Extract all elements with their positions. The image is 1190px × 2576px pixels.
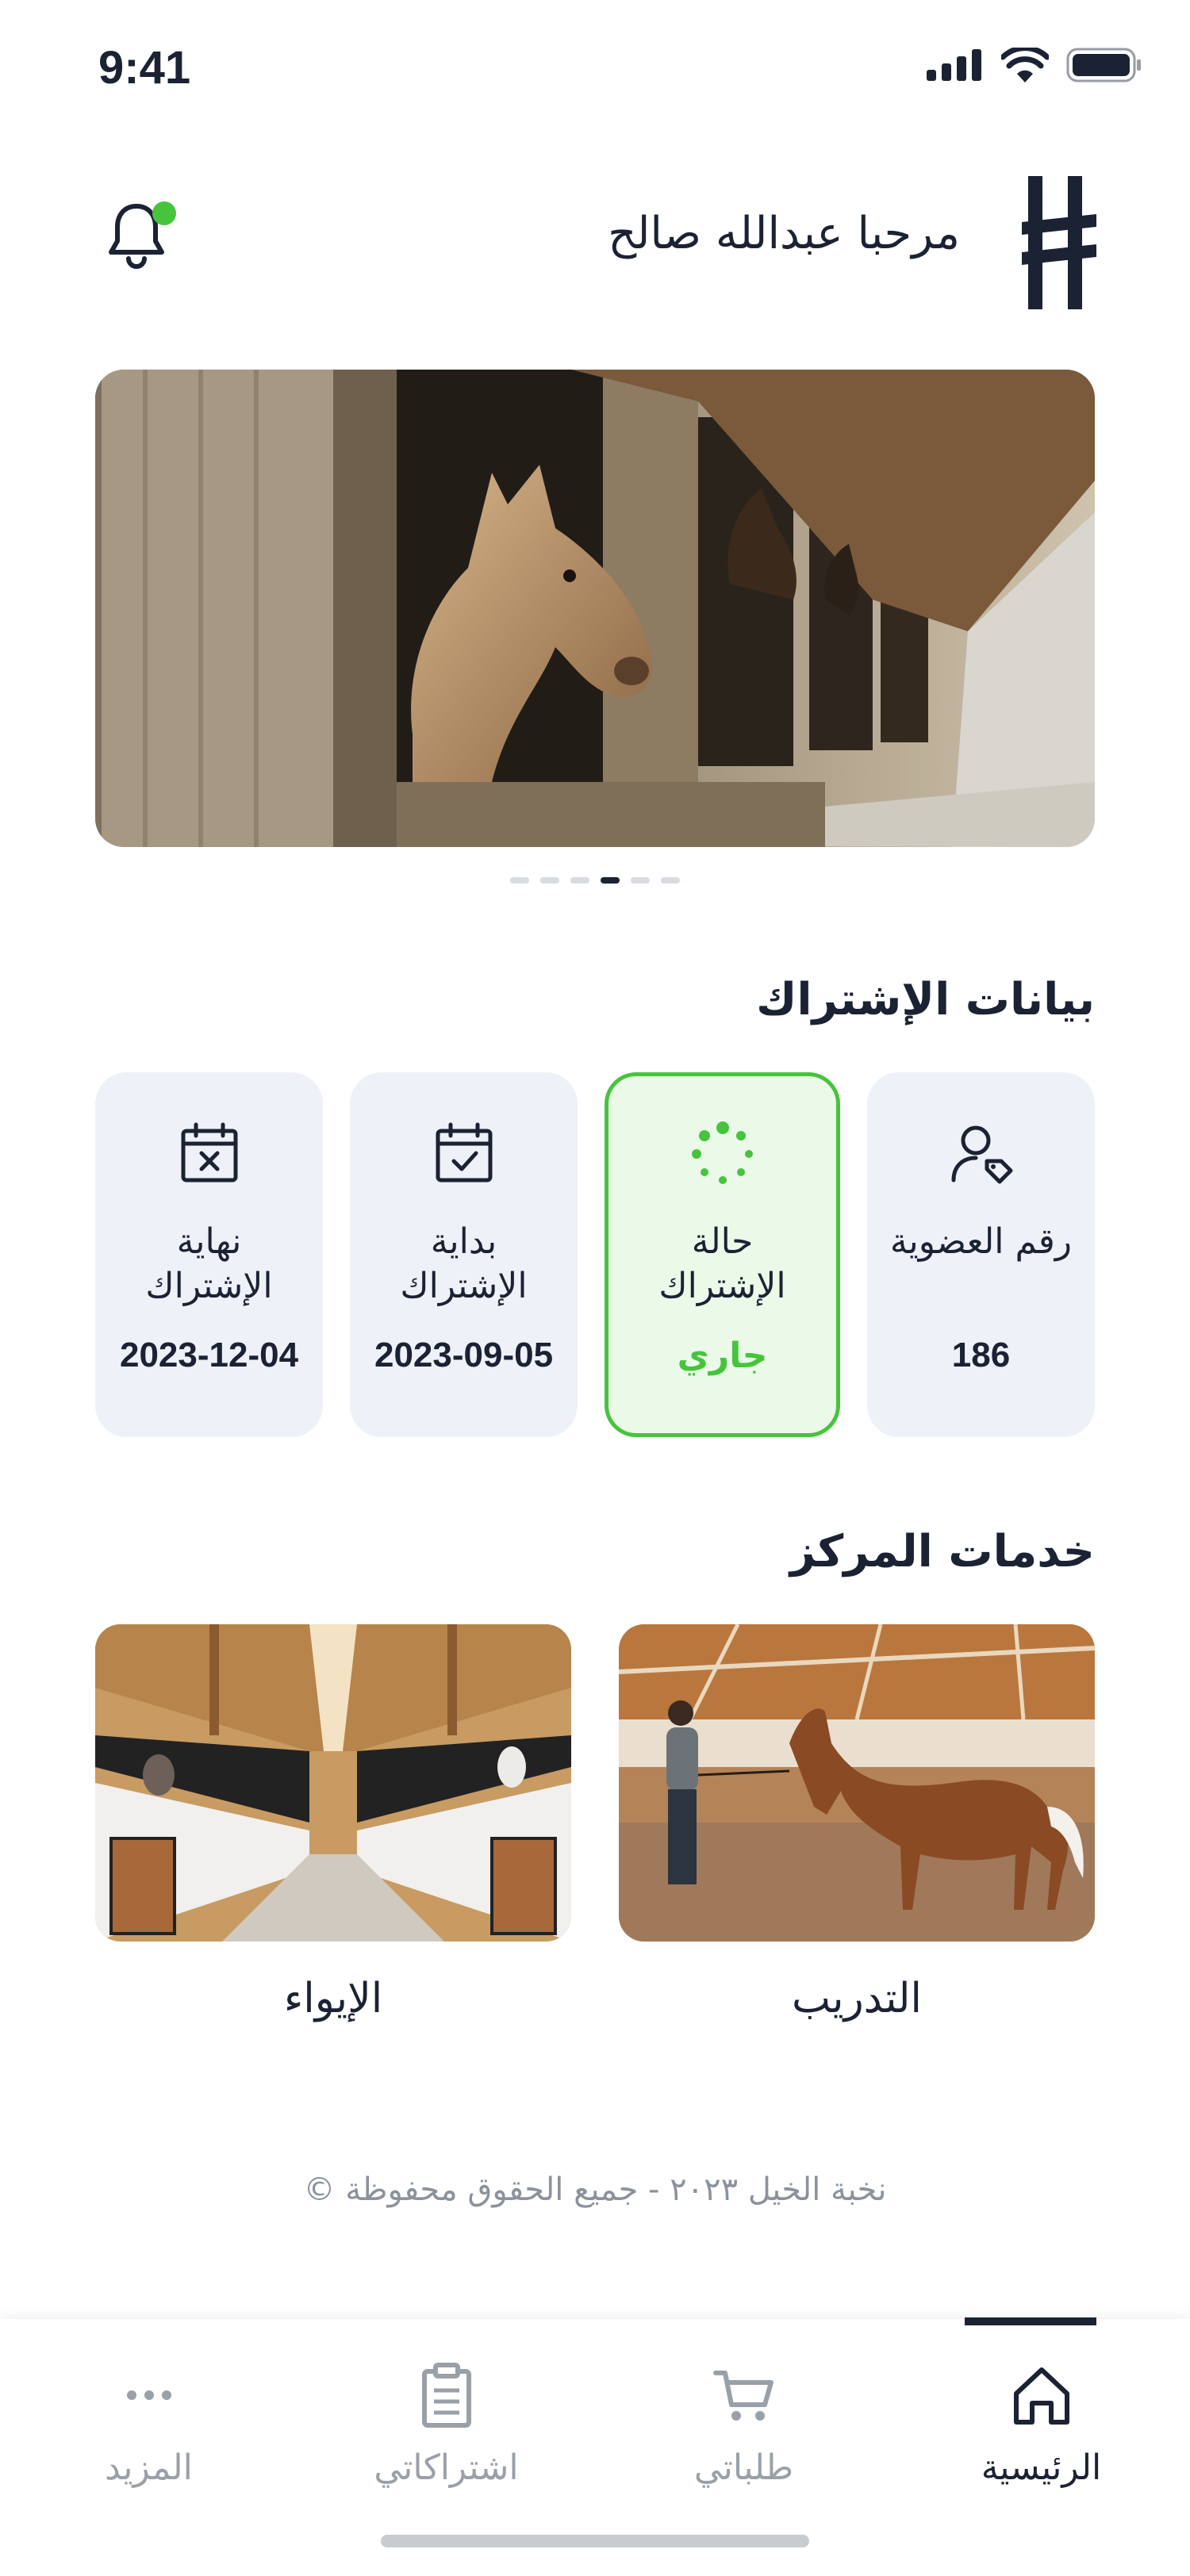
- service-label: الإيواء: [283, 1975, 383, 2022]
- status-icons: [927, 48, 1142, 82]
- training-image[interactable]: [619, 1624, 1095, 1942]
- card-value: 2023-12-04: [119, 1336, 299, 1374]
- tab-label: الرئيسية: [981, 2448, 1102, 2488]
- subscription-section-title: بيانات الإشتراك: [756, 974, 1095, 1025]
- copyright-text: نخبة الخيل ٢٠٢٣ - جميع الحقوق محفوظة ©: [303, 2172, 887, 2208]
- user-tag-icon: [947, 1120, 1015, 1188]
- carousel-pagination: [0, 877, 1190, 884]
- card-value: 2023-09-05: [374, 1336, 554, 1374]
- card-value: 186: [951, 1336, 1011, 1374]
- more-icon: [126, 2390, 171, 2400]
- carousel-dot[interactable]: [661, 877, 680, 884]
- battery-icon: [1066, 48, 1141, 82]
- carousel-dot[interactable]: [540, 877, 559, 884]
- carousel-dot-active[interactable]: [601, 877, 620, 884]
- status-time: 9:41: [98, 42, 191, 94]
- home-icon: [1013, 2367, 1069, 2425]
- clipboard-icon: [421, 2363, 471, 2428]
- brand-logo: [1022, 176, 1096, 312]
- tab-home[interactable]: الرئيسية: [892, 2319, 1190, 2488]
- tab-orders[interactable]: طلباتي: [595, 2319, 892, 2488]
- subscription-end-card[interactable]: نهاية الإشتراك 2023-12-04: [95, 1072, 323, 1437]
- tab-label: اشتراكاتي: [374, 2448, 519, 2488]
- card-label: رقم العضوية: [889, 1221, 1073, 1262]
- calendar-x-icon: [175, 1120, 244, 1188]
- subscription-start-card[interactable]: بداية الإشتراك 2023-09-05: [350, 1072, 578, 1437]
- tab-subscriptions[interactable]: اشتراكاتي: [298, 2319, 595, 2488]
- services-grid: التدريب الإيواء: [95, 1624, 1095, 2022]
- notification-dot: [152, 201, 176, 225]
- loading-icon: [689, 1120, 757, 1188]
- carousel-dot[interactable]: [631, 877, 650, 884]
- active-tab-indicator: [965, 2317, 1096, 2325]
- hero-banner-image[interactable]: [95, 370, 1095, 847]
- cart-icon: [712, 2371, 774, 2421]
- service-label: التدريب: [792, 1975, 922, 2022]
- signal-icon: [927, 49, 981, 81]
- status-value: جاري: [677, 1336, 768, 1376]
- carousel-dot[interactable]: [570, 877, 589, 884]
- boarding-image[interactable]: [95, 1624, 571, 1942]
- calendar-check-icon: [430, 1120, 498, 1188]
- subscription-cards: رقم العضوية 186 حالة الإشتراك جاري بداية…: [95, 1072, 1095, 1437]
- card-label: حالة الإشتراك: [658, 1221, 786, 1306]
- home-indicator: [381, 2535, 809, 2547]
- tab-label: المزيد: [105, 2448, 193, 2488]
- tab-label: طلباتي: [693, 2448, 794, 2488]
- card-label: نهاية الإشتراك: [145, 1221, 273, 1306]
- membership-number-card[interactable]: رقم العضوية 186: [867, 1072, 1095, 1437]
- services-section-title: خدمات المركز: [789, 1526, 1095, 1577]
- wifi-icon: [1001, 48, 1049, 82]
- card-label: بداية الإشتراك: [400, 1221, 528, 1306]
- service-boarding[interactable]: الإيواء: [95, 1624, 571, 2022]
- service-training[interactable]: التدريب: [619, 1624, 1095, 2022]
- carousel-dot[interactable]: [510, 877, 529, 884]
- subscription-status-card[interactable]: حالة الإشتراك جاري: [605, 1072, 840, 1437]
- greeting-text: مرحبا عبدالله صالح: [608, 208, 960, 259]
- tab-more[interactable]: المزيد: [0, 2319, 298, 2488]
